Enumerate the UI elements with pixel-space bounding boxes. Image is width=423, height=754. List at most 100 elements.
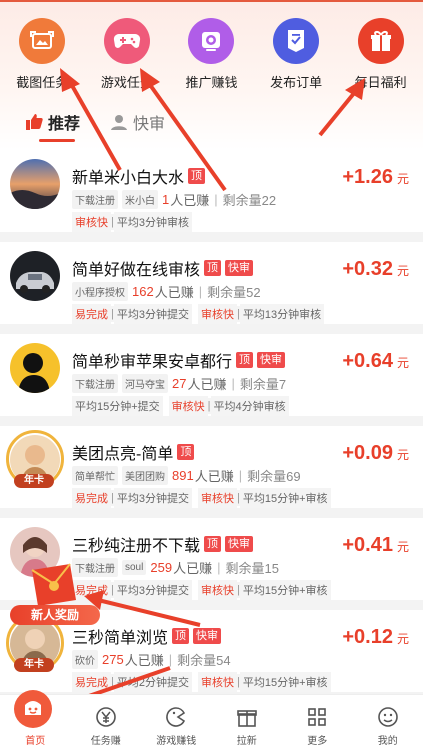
price-value: +0.32 [342,258,393,280]
quick-entry-label: 推广赚钱 [185,75,238,90]
nav-task-earn[interactable]: 任务赚 [71,695,142,754]
quick-entry-label: 游戏任务 [100,75,153,90]
joined-count: 1 [162,192,170,207]
speed-tag: 审核快 [72,212,111,232]
top-badge: 顶 [204,536,222,552]
separator: | [217,560,221,575]
nav-label: 更多 [307,736,328,747]
nav-label: 游戏赚钱 [156,736,197,747]
category-chip: soul [122,560,147,575]
easy-tag: 易完成 [72,304,111,324]
task-card[interactable]: 新单米小白大水 顶 下载注册 米小白 1 人已赚 | 剩余量22 审核快 | 平均3… [0,150,423,232]
category-chip: 下载注册 [72,190,118,209]
reward-price: +0.12 元 [342,626,409,649]
task-title: 新单米小白大水 [72,170,185,187]
remaining-count: 剩余量52 [207,285,261,300]
quick-entry-publish-order[interactable]: 发布订单 [254,18,339,98]
fast-review-badge: 快审 [225,260,254,276]
avatar [10,159,60,209]
speed-tag: 审核快 [197,304,237,324]
game-icon [166,707,186,727]
speed-tag: 审核快 [197,580,237,600]
speed-tag: 审核快 [168,396,208,416]
easy-tag: 易完成 [72,488,111,508]
remaining-count: 剩余量7 [239,377,287,392]
grid-icon [308,708,327,726]
fast-review-badge: 快审 [193,628,222,644]
separator: | [214,192,218,207]
joined-count: 259 [150,560,173,575]
nav-more[interactable]: 更多 [282,695,353,754]
quick-entry-row: 截图任务 游戏任务 推广赚钱 发布订单 每日福利 [0,18,423,98]
category-chip: 美团团购 [122,466,168,485]
nav-game-earn[interactable]: 游戏赚钱 [141,695,212,754]
reward-price: +0.64 元 [342,350,409,373]
avatar [10,343,60,393]
separator: | [198,284,203,299]
user-icon [111,115,128,130]
time-tag: 平均15分钟+审核 [239,488,331,508]
price-value: +0.12 [342,626,393,648]
remaining-count: 剩余量15 [225,561,279,576]
price-value: +0.09 [342,442,393,464]
speed-tag: 审核快 [197,488,237,508]
nav-mine[interactable]: 我的 [353,695,423,754]
time-tag: 平均15分钟+审核 [239,580,331,600]
category-chip: 米小白 [122,190,158,209]
quick-entry-game-task[interactable]: 游戏任务 [85,18,170,98]
newbie-reward-button[interactable]: 新人奖励 [10,560,100,630]
nav-label: 拉新 [236,736,257,747]
reward-price: +0.32 元 [342,258,409,281]
top-badge: 顶 [172,628,190,644]
time-tag: 平均15分钟+提交 [72,396,163,416]
gamepad-icon [103,18,150,64]
price-value: +0.41 [342,534,393,556]
time-tag: 平均3分钟提交 [113,488,192,508]
yen-coin-icon [95,707,116,727]
fast-review-badge: 快审 [225,536,254,552]
price-value: +0.64 [342,350,393,372]
home-face-icon[interactable] [14,690,52,728]
red-envelope-icon [31,563,76,606]
time-tag: 平均3分钟审核 [113,212,192,232]
quick-entry-label: 发布订单 [270,75,323,90]
time-tag: 平均15分钟+审核 [239,672,331,692]
price-unit: 元 [396,356,409,370]
newbie-reward-label: 新人奖励 [10,605,100,625]
tab-bar: 推荐 快审 [0,100,423,144]
quick-entry-daily-welfare[interactable]: 每日福利 [338,18,423,98]
time-tag: 平均3分钟提交 [113,304,192,324]
nav-label: 任务赚 [90,736,121,747]
task-title: 简单好做在线审核 [72,262,201,279]
joined-count: 275 [102,652,124,667]
quick-entry-screenshot-task[interactable]: 截图任务 [0,18,85,98]
price-unit: 元 [396,540,409,554]
joined-count: 891 [172,468,194,483]
separator: | [238,468,243,483]
joined-count: 27 [172,376,187,391]
quick-entry-promote[interactable]: 推广赚钱 [169,18,254,98]
gift-icon [357,18,404,64]
category-chip: 下载注册 [72,374,118,393]
time-tag: 平均3分钟提交 [113,580,192,600]
nav-invite[interactable]: 拉新 [212,695,283,754]
category-chip: 河马夺宝 [122,374,168,393]
tab-active-indicator [39,139,75,142]
quick-entry-label: 每日福利 [354,75,407,90]
joined-suffix: 人已赚 [124,653,164,668]
time-tag: 平均2分钟提交 [113,672,192,692]
task-title: 简单秒审苹果安卓都行 [72,354,233,371]
task-card[interactable]: 年卡 美团点亮-简单 顶 简单帮忙 美团团购 891 人已赚 | 剩余量69 易… [0,426,423,508]
gift-box-icon [236,710,257,727]
nav-label: 首页 [25,736,46,747]
joined-suffix: 人已赚 [170,193,210,208]
separator: | [231,376,235,391]
task-card[interactable]: 简单秒审苹果安卓都行 顶 快审 下载注册 河马夺宝 27 人已赚 | 剩余量7 … [0,334,423,416]
remaining-count: 剩余量22 [222,193,277,208]
category-chip: 小程序授权 [72,282,128,301]
joined-suffix: 人已赚 [173,561,213,576]
tab-recommend[interactable]: 推荐 [25,100,80,144]
tab-fast-review[interactable]: 快审 [110,100,165,144]
task-card[interactable]: 简单好做在线审核 顶 快审 小程序授权 162 人已赚 | 剩余量52 易完成 |… [0,242,423,324]
price-value: +1.26 [342,166,393,188]
